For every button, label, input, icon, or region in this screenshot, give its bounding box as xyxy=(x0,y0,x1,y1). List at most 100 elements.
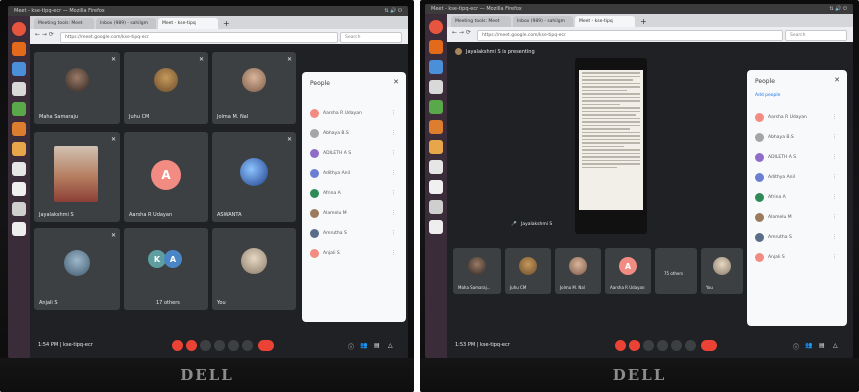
amazon-icon[interactable] xyxy=(12,182,26,196)
dell-logo: DELL xyxy=(612,366,667,384)
participant-row[interactable]: Aarsha R Udayan ⋮ xyxy=(755,112,841,124)
mic-button[interactable] xyxy=(172,340,183,351)
activities-icon[interactable]: △ xyxy=(388,342,393,349)
camera-button[interactable] xyxy=(186,340,197,351)
calc-icon[interactable] xyxy=(429,100,443,114)
raise-hand-button[interactable] xyxy=(657,340,668,351)
new-tab-icon[interactable]: + xyxy=(637,16,647,27)
info-icon[interactable]: ⓘ xyxy=(793,342,799,351)
camera-button[interactable] xyxy=(629,340,640,351)
participant-row[interactable]: ADILETH A S ⋮ xyxy=(310,148,400,160)
search-input[interactable]: Search xyxy=(340,32,402,43)
avatar xyxy=(569,257,587,275)
calc-icon[interactable] xyxy=(12,102,26,116)
add-people-button[interactable]: Add people xyxy=(755,93,780,98)
chat-icon[interactable]: ▤ xyxy=(819,342,825,349)
impress-icon[interactable] xyxy=(12,122,26,136)
tab-meeting-tools[interactable]: Meeting tools: Meet xyxy=(451,16,511,27)
url-bar[interactable]: https://meet.google.com/kse-tipq-ecr xyxy=(60,32,338,43)
participant-tile[interactable]: You xyxy=(701,248,743,294)
new-tab-icon[interactable]: + xyxy=(220,18,230,29)
participant-row[interactable]: Amrutha S ⋮ xyxy=(755,232,841,244)
people-icon[interactable]: 👥 xyxy=(360,342,367,349)
end-call-button[interactable] xyxy=(258,340,274,351)
participant-row[interactable]: Afrina A ⋮ xyxy=(755,192,841,204)
help-icon[interactable] xyxy=(429,160,443,174)
close-icon[interactable]: ✕ xyxy=(393,78,399,86)
nav-buttons[interactable]: ← → ⟳ xyxy=(452,29,471,36)
captions-button[interactable] xyxy=(200,340,211,351)
search-input[interactable]: Search xyxy=(785,30,847,41)
raise-hand-button[interactable] xyxy=(214,340,225,351)
participant-row[interactable]: Adithya Anil ⋮ xyxy=(310,168,400,180)
ubuntu-dock xyxy=(8,16,30,358)
tab-meet[interactable]: Meet - kse-tipq xyxy=(158,18,218,29)
document-icon[interactable] xyxy=(429,220,443,234)
participant-row[interactable]: Abhaya B.S ⋮ xyxy=(310,128,400,140)
participant-row[interactable]: Aarsha R Udayan ⋮ xyxy=(310,108,400,120)
participant-tile[interactable]: A Aarsha R Udayan xyxy=(605,248,651,294)
participant-tile[interactable]: ✕ ASWANTA xyxy=(212,132,296,222)
participant-row[interactable]: Anjali S ⋮ xyxy=(755,252,841,264)
participant-tile[interactable]: Juhu CM xyxy=(505,248,551,294)
tab-meeting-tools[interactable]: Meeting tools: Meet xyxy=(34,18,94,29)
firefox-icon[interactable] xyxy=(12,42,26,56)
end-call-button[interactable] xyxy=(701,340,717,351)
photo-right: Meet - kse-tipq-ecr — Mozilla Firefox ⇅ … xyxy=(420,0,859,392)
activities-icon[interactable]: △ xyxy=(833,342,838,349)
participant-row[interactable]: Adithya Anil ⋮ xyxy=(755,172,841,184)
ubuntu-icon[interactable] xyxy=(12,22,26,36)
chat-icon[interactable]: ▤ xyxy=(374,342,380,349)
participant-row[interactable]: Alamelu M ⋮ xyxy=(755,212,841,224)
participant-tile[interactable]: A Aarsha R Udayan xyxy=(124,132,208,222)
info-icon[interactable]: ⓘ xyxy=(348,342,354,351)
nav-buttons[interactable]: ← → ⟳ xyxy=(35,31,54,38)
amazon-icon[interactable] xyxy=(429,180,443,194)
help-icon[interactable] xyxy=(12,162,26,176)
participant-tile[interactable]: ✕ Maha Samaraju xyxy=(34,52,120,124)
tab-inbox[interactable]: Inbox (989) - sahilgm xyxy=(513,16,573,27)
files-icon[interactable] xyxy=(12,62,26,76)
participant-row[interactable]: Abhaya B.S ⋮ xyxy=(755,132,841,144)
document-icon[interactable] xyxy=(12,222,26,236)
captions-button[interactable] xyxy=(643,340,654,351)
writer-icon[interactable] xyxy=(429,80,443,94)
participant-tile[interactable]: ✕ Jayalakshmi S xyxy=(34,132,120,222)
more-options-button[interactable] xyxy=(685,340,696,351)
participant-row[interactable]: ADILETH A S ⋮ xyxy=(755,152,841,164)
participant-row[interactable]: Amrutha S ⋮ xyxy=(310,228,400,240)
participant-tile[interactable]: ✕ Jolma M. Nal xyxy=(212,52,296,124)
url-bar[interactable]: https://meet.google.com/kse-tipq-ecr xyxy=(477,30,783,41)
present-button[interactable] xyxy=(671,340,682,351)
writer-icon[interactable] xyxy=(12,82,26,96)
mic-button[interactable] xyxy=(615,340,626,351)
impress-icon[interactable] xyxy=(429,120,443,134)
participant-tile[interactable]: Maha Samaraj... xyxy=(453,248,501,294)
present-button[interactable] xyxy=(228,340,239,351)
firefox-icon[interactable] xyxy=(429,40,443,54)
participant-row[interactable]: Anjali S ⋮ xyxy=(310,248,400,260)
software-icon[interactable] xyxy=(429,140,443,154)
people-icon[interactable]: 👥 xyxy=(805,342,812,349)
ubuntu-dock xyxy=(425,14,447,358)
participant-row[interactable]: Alamelu M ⋮ xyxy=(310,208,400,220)
settings-icon[interactable] xyxy=(12,202,26,216)
files-icon[interactable] xyxy=(429,60,443,74)
tab-meet[interactable]: Meet - kse-tipq xyxy=(575,16,635,27)
tab-strip: Meeting tools: Meet Inbox (989) - sahilg… xyxy=(447,14,853,27)
photo-left: Meet - kse-tipq-ecr — Mozilla Firefox ⇅ … xyxy=(0,0,414,392)
tab-inbox[interactable]: Inbox (989) - sahilgm xyxy=(96,18,156,29)
more-options-button[interactable] xyxy=(242,340,253,351)
participant-tile[interactable]: ✕ Anjali S xyxy=(34,228,120,310)
participant-tile[interactable]: K A 17 others xyxy=(124,228,208,310)
software-icon[interactable] xyxy=(12,142,26,156)
participant-tile[interactable]: 75 others xyxy=(655,248,697,294)
participant-row[interactable]: Afrina A ⋮ xyxy=(310,188,400,200)
close-icon[interactable]: ✕ xyxy=(834,76,840,84)
participant-tile[interactable]: Jolma M. Nal xyxy=(555,248,601,294)
ubuntu-icon[interactable] xyxy=(429,20,443,34)
settings-icon[interactable] xyxy=(429,200,443,214)
avatar xyxy=(64,250,90,276)
participant-tile[interactable]: ✕ Juhu CM xyxy=(124,52,208,124)
participant-tile[interactable]: You xyxy=(212,228,296,310)
